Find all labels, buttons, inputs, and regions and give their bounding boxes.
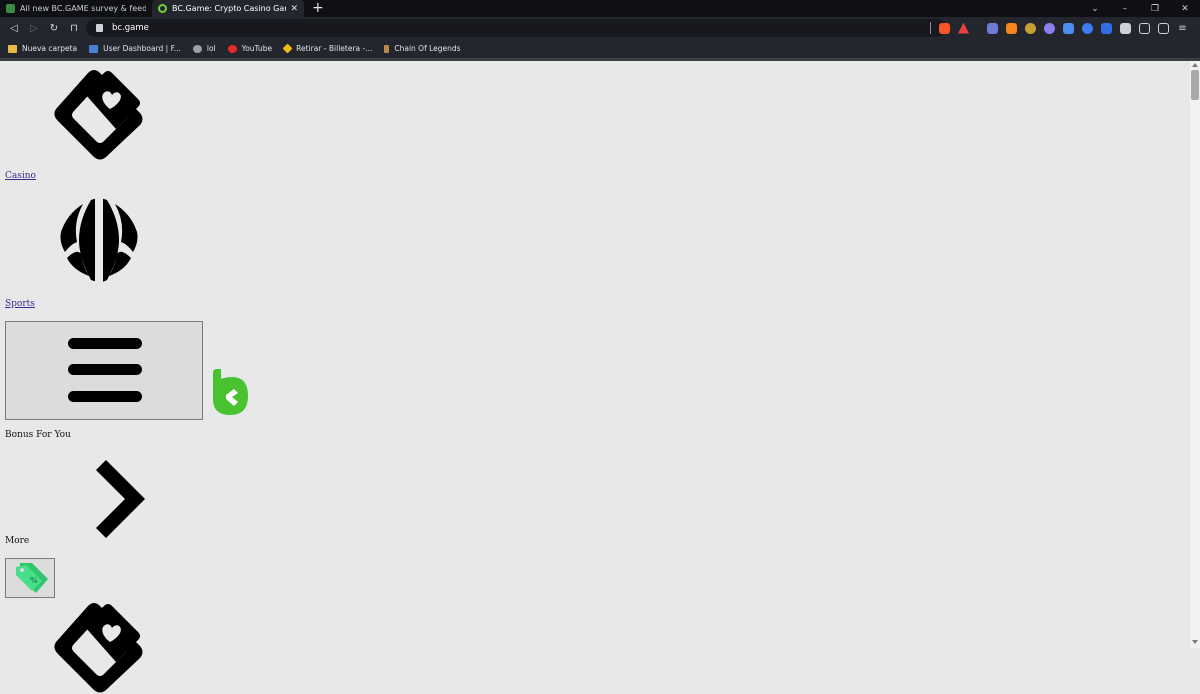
bookmark-retirar-billetera[interactable]: Retirar - Billetera -...: [282, 43, 373, 54]
reload-icon[interactable]: ↻: [44, 23, 64, 34]
extension-circle-icon[interactable]: [1082, 22, 1093, 34]
lol-icon: [192, 44, 202, 53]
bookmark-label: Nueva carpeta: [22, 44, 78, 53]
tab-bcgame[interactable]: BC.Game: Crypto Casino Games & Cas ✕: [152, 0, 304, 17]
new-tab-button[interactable]: +: [312, 0, 324, 17]
menu-icon[interactable]: ≡: [1177, 23, 1188, 34]
bookmark-page-icon[interactable]: ⊓: [64, 23, 84, 34]
extension-icons: ≡: [930, 20, 1192, 36]
hamburger-bar: [68, 364, 142, 375]
translate-icon[interactable]: [1063, 22, 1074, 34]
chain-of-legends-icon: [384, 44, 390, 53]
tab-title: All new BC.GAME survey & feedback re: [20, 4, 146, 13]
extension-cloud-icon[interactable]: [1044, 22, 1055, 34]
metamask-icon[interactable]: [1006, 22, 1017, 34]
browser-toolbar: ◁ ▷ ↻ ⊓ bc.game ≡: [0, 17, 1200, 39]
bookmarks-bar: Nueva carpeta User Dashboard | F... lol …: [0, 39, 1200, 58]
toolbar-divider: [930, 22, 931, 34]
tab-search-chevron-icon[interactable]: ⌄: [1080, 4, 1110, 14]
bookmark-user-dashboard[interactable]: User Dashboard | F...: [89, 44, 181, 53]
menu-toggle-button[interactable]: [5, 321, 203, 420]
minimize-button[interactable]: –: [1110, 4, 1140, 14]
youtube-icon: [227, 44, 237, 53]
bookmark-nueva-carpeta[interactable]: Nueva carpeta: [8, 44, 77, 53]
binance-icon: [282, 43, 293, 54]
survey-favicon-icon: [6, 4, 15, 13]
bookmark-lol[interactable]: lol: [192, 44, 216, 53]
sidebar-toggle-icon[interactable]: [1139, 22, 1150, 34]
wallet-icon[interactable]: [1158, 22, 1169, 34]
dashboard-icon: [89, 44, 99, 53]
lock-icon: [96, 24, 103, 32]
extension-coin-icon[interactable]: [1025, 22, 1036, 34]
scrollbar-thumb[interactable]: [1191, 70, 1199, 100]
bookmark-youtube[interactable]: YouTube: [227, 44, 273, 53]
scroll-down-arrow-icon[interactable]: [1192, 640, 1198, 644]
bookmark-label: YouTube: [241, 44, 273, 53]
more-label[interactable]: More: [5, 536, 29, 546]
close-window-button[interactable]: ✕: [1170, 4, 1200, 14]
casino-link[interactable]: Casino: [5, 171, 36, 181]
casino-cards-icon-repeat[interactable]: [52, 598, 146, 694]
tab-survey[interactable]: All new BC.GAME survey & feedback re: [0, 0, 152, 17]
extension-grid-icon[interactable]: [987, 22, 998, 34]
restore-button[interactable]: ❐: [1140, 4, 1170, 14]
bookmark-label: User Dashboard | F...: [103, 44, 181, 53]
sports-link[interactable]: Sports: [5, 299, 35, 309]
chevron-right-icon[interactable]: [96, 460, 146, 538]
bookmark-label: lol: [206, 44, 216, 53]
tab-bar: All new BC.GAME survey & feedback re BC.…: [0, 0, 1200, 17]
bonus-for-you-label[interactable]: Bonus For You: [5, 430, 71, 440]
close-tab-icon[interactable]: ✕: [290, 4, 298, 14]
hamburger-bar: [68, 338, 142, 349]
address-bar[interactable]: bc.game: [86, 19, 946, 37]
page-scrollbar[interactable]: [1190, 61, 1200, 648]
forward-arrow-icon[interactable]: ▷: [24, 23, 44, 34]
svg-text:%: %: [30, 576, 38, 585]
page-viewport: Casino Sports Bonus For You More %: [0, 61, 1190, 693]
puzzle-extensions-icon[interactable]: [1120, 22, 1131, 34]
window-controls: ⌄ – ❐ ✕: [1080, 0, 1200, 17]
discount-tag-icon: %: [16, 563, 48, 593]
back-arrow-icon[interactable]: ◁: [4, 23, 24, 34]
casino-cards-icon[interactable]: [52, 65, 146, 161]
brave-rewards-icon[interactable]: [958, 22, 969, 34]
hamburger-bar: [68, 391, 142, 402]
bookmark-label: Chain Of Legends: [394, 44, 461, 53]
bookmark-chain-of-legends[interactable]: Chain Of Legends: [384, 44, 461, 53]
brave-shields-icon[interactable]: [939, 22, 950, 34]
sports-basketball-icon[interactable]: [57, 198, 141, 282]
bcgame-logo-icon[interactable]: [212, 369, 249, 416]
url-text: bc.game: [112, 23, 149, 33]
folder-icon: [8, 44, 17, 53]
tab-title: BC.Game: Crypto Casino Games & Cas: [172, 4, 286, 13]
scroll-up-arrow-icon[interactable]: [1192, 63, 1198, 67]
bcgame-favicon-icon: [158, 4, 167, 13]
extension-shield-icon[interactable]: [1101, 22, 1112, 34]
bookmark-label: Retirar - Billetera -...: [296, 44, 373, 53]
promo-button[interactable]: %: [5, 558, 55, 598]
